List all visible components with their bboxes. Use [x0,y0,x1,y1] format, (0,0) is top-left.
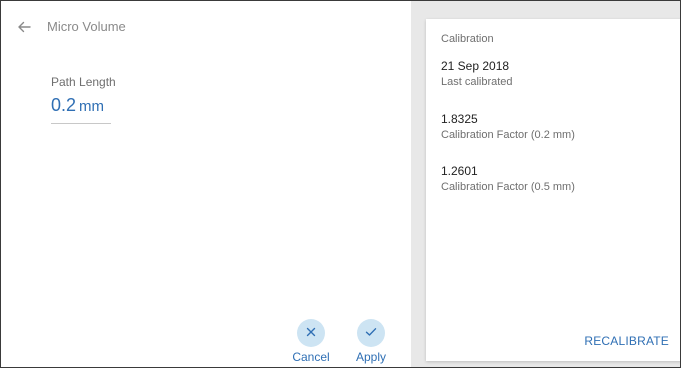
calibration-date-label: Last calibrated [441,76,513,88]
cancel-label: Cancel [292,350,330,364]
apply-button[interactable]: Apply [341,319,401,364]
calibration-factor-02-value: 1.8325 [441,112,478,126]
back-button[interactable] [15,18,33,36]
check-icon [365,324,377,342]
calibration-entry-factor-05: 1.2601 Calibration Factor (0.5 mm) [441,164,575,194]
app-window: Micro Volume Path Length 0.2 mm Cancel A… [0,0,681,368]
back-arrow-icon [17,20,31,34]
calibration-card: Calibration 21 Sep 2018 Last calibrated … [426,19,680,361]
calibration-title: Calibration [441,33,494,45]
calibration-factor-02-label: Calibration Factor (0.2 mm) [441,129,575,141]
calibration-entry-factor-02: 1.8325 Calibration Factor (0.2 mm) [441,112,575,142]
calibration-entry-date: 21 Sep 2018 Last calibrated [441,59,513,89]
path-length-label: Path Length [51,75,116,89]
close-icon [306,324,316,342]
calibration-panel: Calibration 21 Sep 2018 Last calibrated … [411,1,680,367]
apply-circle [357,319,385,347]
page-title: Micro Volume [47,19,126,34]
path-length-value: 0.2 [51,95,77,115]
path-length-field[interactable]: 0.2 mm [51,94,111,124]
cancel-button[interactable]: Cancel [281,319,341,364]
recalibrate-button[interactable]: RECALIBRATE [584,334,669,348]
settings-pane: Micro Volume Path Length 0.2 mm Cancel A… [1,1,411,367]
apply-label: Apply [355,350,387,364]
path-length-unit: mm [79,98,105,115]
calibration-date-value: 21 Sep 2018 [441,59,510,73]
calibration-factor-05-value: 1.2601 [441,164,478,178]
cancel-circle [297,319,325,347]
calibration-factor-05-label: Calibration Factor (0.5 mm) [441,181,575,193]
